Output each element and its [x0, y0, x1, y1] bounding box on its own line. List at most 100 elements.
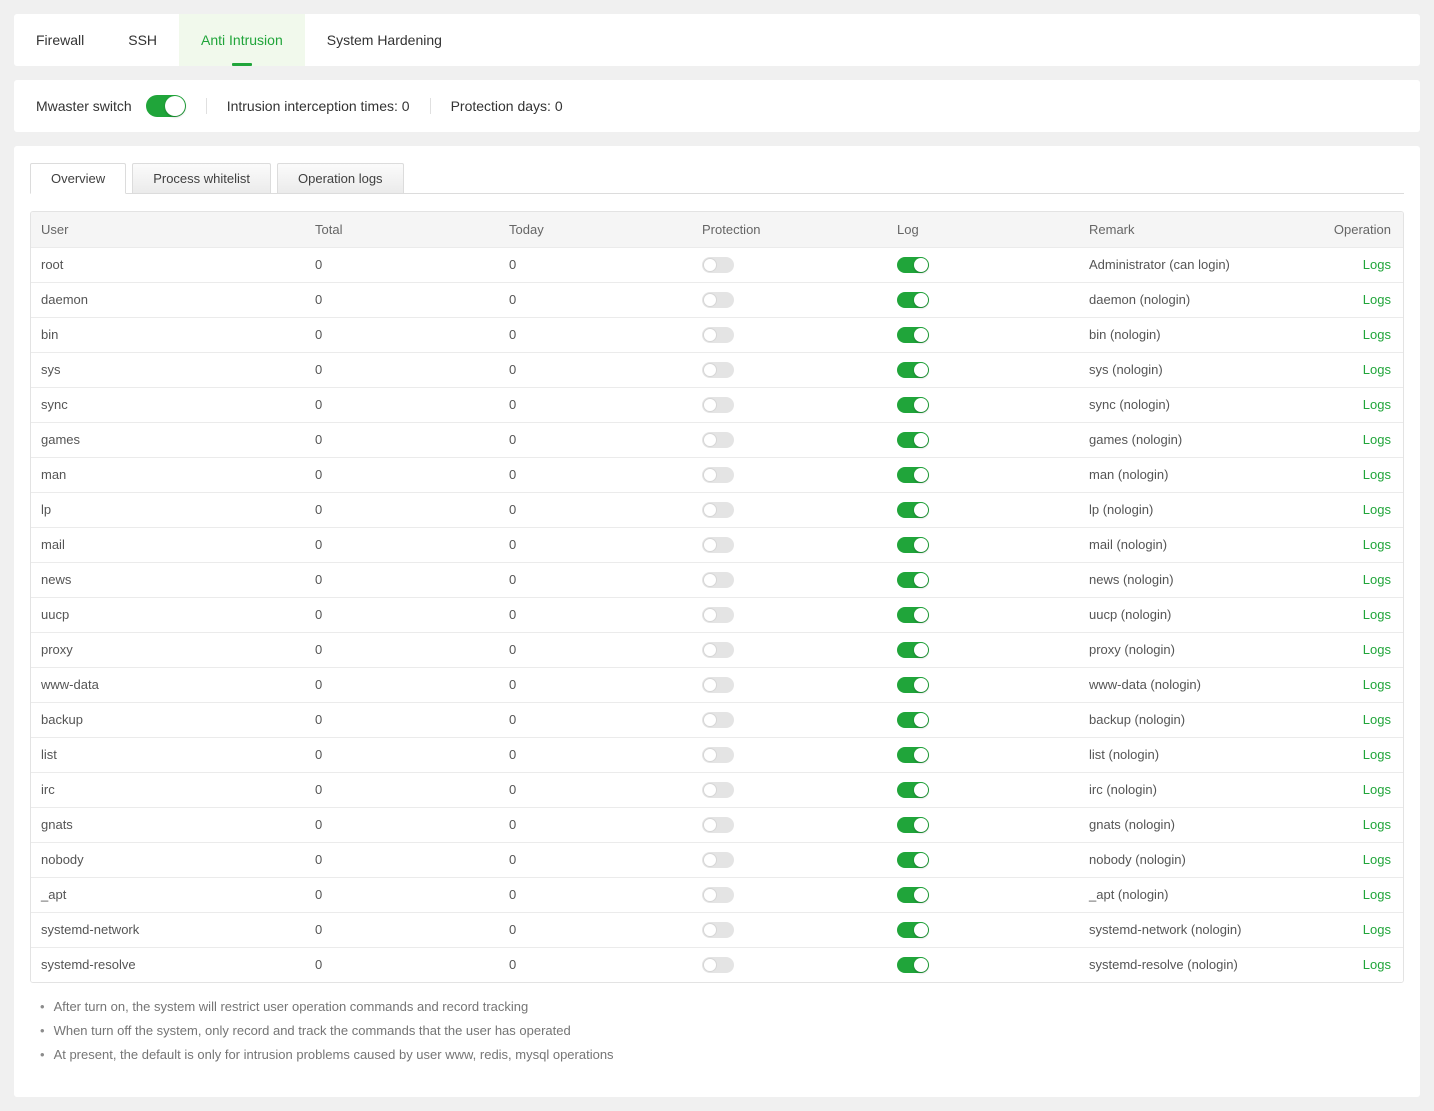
logs-link[interactable]: Logs: [1363, 922, 1391, 937]
toggle-knob: [914, 293, 928, 307]
log-toggle[interactable]: [897, 572, 929, 588]
logs-link[interactable]: Logs: [1363, 397, 1391, 412]
log-toggle[interactable]: [897, 467, 929, 483]
table-row: sync 0 0 sync (nologin) Logs: [31, 387, 1403, 422]
logs-link[interactable]: Logs: [1363, 782, 1391, 797]
tab-system-hardening[interactable]: System Hardening: [305, 14, 464, 66]
protection-toggle[interactable]: [702, 747, 734, 763]
log-toggle[interactable]: [897, 887, 929, 903]
log-toggle[interactable]: [897, 817, 929, 833]
log-toggle[interactable]: [897, 397, 929, 413]
log-toggle[interactable]: [897, 852, 929, 868]
protection-toggle[interactable]: [702, 817, 734, 833]
protection-toggle[interactable]: [702, 467, 734, 483]
logs-link[interactable]: Logs: [1363, 712, 1391, 727]
subtab-operation-logs[interactable]: Operation logs: [277, 163, 404, 194]
remark-text: daemon (nologin): [1079, 282, 1327, 317]
remark-text: man (nologin): [1079, 457, 1327, 492]
logs-link[interactable]: Logs: [1363, 887, 1391, 902]
logs-link[interactable]: Logs: [1363, 817, 1391, 832]
anti-intrusion-page: Firewall SSH Anti Intrusion System Harde…: [0, 0, 1434, 1111]
log-cell: [887, 562, 1079, 597]
logs-link[interactable]: Logs: [1363, 362, 1391, 377]
table-row: gnats 0 0 gnats (nologin) Logs: [31, 807, 1403, 842]
user-name: games: [31, 422, 305, 457]
log-toggle[interactable]: [897, 362, 929, 378]
user-name: bin: [31, 317, 305, 352]
log-cell: [887, 492, 1079, 527]
logs-link[interactable]: Logs: [1363, 537, 1391, 552]
log-toggle[interactable]: [897, 677, 929, 693]
remark-text: games (nologin): [1079, 422, 1327, 457]
protection-toggle[interactable]: [702, 432, 734, 448]
log-cell: [887, 947, 1079, 982]
logs-link[interactable]: Logs: [1363, 572, 1391, 587]
logs-link[interactable]: Logs: [1363, 467, 1391, 482]
tab-ssh[interactable]: SSH: [106, 14, 179, 66]
protection-toggle[interactable]: [702, 502, 734, 518]
user-name: backup: [31, 702, 305, 737]
note-item: At present, the default is only for intr…: [40, 1043, 1404, 1067]
log-toggle[interactable]: [897, 642, 929, 658]
logs-link[interactable]: Logs: [1363, 502, 1391, 517]
protection-toggle[interactable]: [702, 362, 734, 378]
remark-text: systemd-resolve (nologin): [1079, 947, 1327, 982]
protection-toggle[interactable]: [702, 537, 734, 553]
total-count: 0: [305, 562, 499, 597]
logs-link[interactable]: Logs: [1363, 327, 1391, 342]
subtab-process-whitelist[interactable]: Process whitelist: [132, 163, 271, 194]
log-toggle[interactable]: [897, 712, 929, 728]
log-toggle[interactable]: [897, 432, 929, 448]
logs-link[interactable]: Logs: [1363, 432, 1391, 447]
logs-link[interactable]: Logs: [1363, 642, 1391, 657]
protection-cell: [692, 702, 887, 737]
protection-toggle[interactable]: [702, 957, 734, 973]
log-toggle[interactable]: [897, 607, 929, 623]
log-toggle[interactable]: [897, 747, 929, 763]
log-toggle[interactable]: [897, 537, 929, 553]
protection-toggle[interactable]: [702, 292, 734, 308]
tab-firewall[interactable]: Firewall: [14, 14, 106, 66]
log-cell: [887, 527, 1079, 562]
protection-toggle[interactable]: [702, 677, 734, 693]
table-row: daemon 0 0 daemon (nologin) Logs: [31, 282, 1403, 317]
log-toggle[interactable]: [897, 922, 929, 938]
operation-cell: Logs: [1327, 282, 1403, 317]
master-switch-toggle[interactable]: [146, 95, 186, 117]
logs-link[interactable]: Logs: [1363, 957, 1391, 972]
log-toggle[interactable]: [897, 782, 929, 798]
logs-link[interactable]: Logs: [1363, 677, 1391, 692]
logs-link[interactable]: Logs: [1363, 747, 1391, 762]
protection-toggle[interactable]: [702, 607, 734, 623]
toggle-knob: [703, 433, 717, 447]
protection-toggle[interactable]: [702, 642, 734, 658]
log-toggle[interactable]: [897, 292, 929, 308]
protection-cell: [692, 457, 887, 492]
total-count: 0: [305, 492, 499, 527]
protection-toggle[interactable]: [702, 782, 734, 798]
protection-toggle[interactable]: [702, 712, 734, 728]
logs-link[interactable]: Logs: [1363, 607, 1391, 622]
protection-toggle[interactable]: [702, 852, 734, 868]
log-toggle[interactable]: [897, 957, 929, 973]
user-table-wrap: User Total Today Protection Log Remark O…: [30, 211, 1404, 983]
log-toggle[interactable]: [897, 257, 929, 273]
logs-link[interactable]: Logs: [1363, 257, 1391, 272]
protection-toggle[interactable]: [702, 922, 734, 938]
logs-link[interactable]: Logs: [1363, 852, 1391, 867]
log-cell: [887, 422, 1079, 457]
subtab-overview[interactable]: Overview: [30, 163, 126, 194]
protection-toggle[interactable]: [702, 887, 734, 903]
toggle-knob: [914, 363, 928, 377]
log-cell: [887, 912, 1079, 947]
tab-anti-intrusion[interactable]: Anti Intrusion: [179, 14, 305, 66]
table-row: www-data 0 0 www-data (nologin) Logs: [31, 667, 1403, 702]
logs-link[interactable]: Logs: [1363, 292, 1391, 307]
protection-toggle[interactable]: [702, 397, 734, 413]
log-cell: [887, 387, 1079, 422]
protection-toggle[interactable]: [702, 327, 734, 343]
log-toggle[interactable]: [897, 502, 929, 518]
log-toggle[interactable]: [897, 327, 929, 343]
protection-toggle[interactable]: [702, 572, 734, 588]
protection-toggle[interactable]: [702, 257, 734, 273]
